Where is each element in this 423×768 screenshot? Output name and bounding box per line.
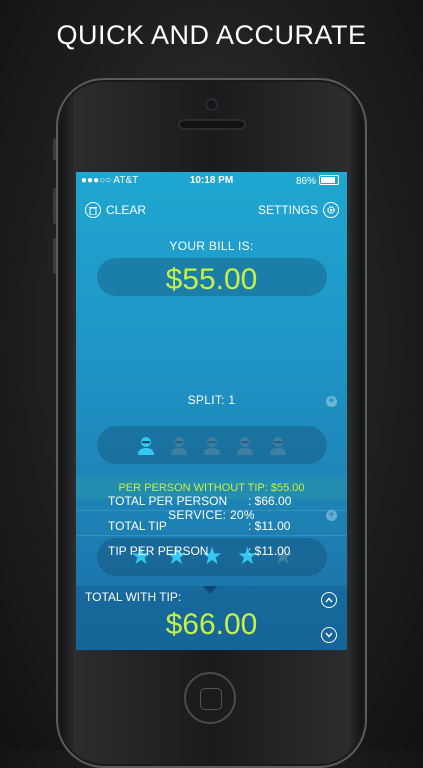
toolbar: CLEAR SETTINGS [76, 198, 347, 222]
chevron-up-icon [325, 597, 333, 603]
status-bar: ●●●○○ AT&T 10:18 PM 86% [76, 172, 347, 188]
person-icon[interactable] [202, 435, 222, 455]
settings-button[interactable]: SETTINGS [258, 198, 339, 222]
summary-value: : $11.00 [248, 519, 291, 533]
mute-switch [53, 138, 56, 160]
summary-list: TOTAL PER PERSON : $66.00 TOTAL TIP : $11.0… [76, 478, 347, 572]
person-icon[interactable] [136, 435, 156, 455]
summary-row: TIP PER PERSON : $11.00 [76, 540, 347, 560]
trash-icon [85, 202, 101, 218]
summary-label: TIP PER PERSON [108, 544, 209, 558]
summary-row: TOTAL PER PERSON : $66.00 [76, 490, 347, 511]
split-label: SPLIT: 1 [187, 393, 236, 407]
chevron-down-icon [325, 632, 333, 638]
summary-label: TOTAL PER PERSON [108, 494, 228, 508]
app-screen: ●●●○○ AT&T 10:18 PM 86% CLEAR SETTINGS Y… [76, 172, 347, 650]
summary-value: : $66.00 [248, 494, 292, 508]
battery-icon [319, 175, 339, 185]
summary-label: TOTAL TIP [108, 519, 167, 533]
total-with-tip-amount: $66.00 [165, 608, 258, 641]
person-icon[interactable] [235, 435, 255, 455]
volume-down-button [53, 238, 56, 274]
gear-icon [323, 202, 339, 218]
people-row [97, 426, 327, 464]
person-icon[interactable] [268, 435, 288, 455]
earpiece-speaker [180, 121, 244, 128]
split-plus-icon[interactable]: + [326, 396, 337, 407]
summary-row: TOTAL TIP : $11.00 [76, 515, 347, 536]
total-with-tip-label: TOTAL WITH TIP: [85, 590, 182, 604]
home-button[interactable] [184, 672, 236, 724]
headline: QUICK AND ACCURATE [56, 20, 367, 50]
person-icon[interactable] [169, 435, 189, 455]
battery-percent: 86% [295, 176, 316, 187]
volume-up-button [53, 188, 56, 224]
settings-label: SETTINGS [257, 203, 318, 217]
phone-frame: ●●●○○ AT&T 10:18 PM 86% CLEAR SETTINGS Y… [53, 78, 367, 768]
scroll-down-button[interactable] [321, 627, 337, 643]
clear-label: CLEAR [106, 203, 147, 217]
clear-button[interactable]: CLEAR [85, 198, 146, 222]
bill-amount: $55.00 [165, 263, 258, 296]
summary-value: : $11.00 [248, 544, 291, 558]
scroll-up-button[interactable] [321, 592, 337, 608]
bill-label: YOUR BILL IS: [169, 239, 254, 253]
pointer-arrow [203, 586, 217, 594]
front-camera [207, 100, 216, 109]
battery-indicator: 86% [296, 175, 339, 187]
